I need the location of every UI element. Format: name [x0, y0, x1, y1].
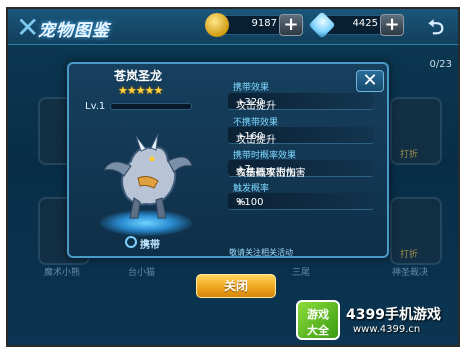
- carry-label: 携带: [140, 240, 160, 251]
- trigger-probability-suffix: %: [236, 197, 246, 208]
- page-indicator: 0/23: [429, 59, 452, 70]
- gold-counter: 9187 +: [205, 13, 304, 37]
- popup-close-x-button[interactable]: ✕: [356, 70, 384, 92]
- site-logo-bottom-text: 大全: [307, 324, 329, 337]
- noncarry-effect-row: 攻击提升 +160: [228, 127, 374, 146]
- page-title: 宠物图鉴: [38, 21, 110, 41]
- background-pet-name: 魔术小熊: [44, 268, 81, 278]
- pet-album-logo-icon: ✕: [16, 11, 40, 44]
- site-brand-name: 4399手机游戏: [346, 307, 441, 323]
- site-logo-top-text: 游戏: [307, 308, 329, 321]
- pet-level: Lv.1: [85, 101, 106, 112]
- probability-effect-suffix: %基础攻击伤害: [236, 168, 306, 179]
- top-bar: ✕ 宠物图鉴 9187 + 4425 + ⮌: [8, 9, 458, 45]
- gem-value: 4425: [352, 18, 378, 29]
- carry-effect-value: +320: [236, 97, 264, 108]
- add-gold-button[interactable]: +: [279, 14, 303, 36]
- carry-toggle[interactable]: [125, 236, 137, 248]
- site-logo: 游戏 大全: [296, 300, 340, 340]
- add-gem-button[interactable]: +: [380, 14, 404, 36]
- background-pet-name: 神圣裁决: [392, 268, 429, 278]
- trigger-probability-row: +100%: [228, 193, 374, 210]
- star-rating: ★★★★★: [118, 84, 163, 97]
- carry-effect-row: 攻击提升 +320: [228, 93, 374, 112]
- gem-counter: 4425 +: [308, 11, 405, 39]
- level-progress-bar: [110, 103, 192, 110]
- gold-coin-icon: [205, 13, 229, 37]
- gold-value: 9187: [251, 18, 277, 29]
- dragon-pet-image: [103, 133, 193, 219]
- discount-badge: 打折: [400, 250, 419, 260]
- close-button[interactable]: 关闭: [196, 274, 276, 298]
- event-note: 敬请关注相关活动: [229, 248, 293, 257]
- discount-badge: 打折: [400, 150, 419, 160]
- noncarry-effect-value: +160: [236, 131, 264, 142]
- pet-name: 苍岚圣龙: [113, 69, 162, 83]
- carry-effect-title: 携带效果: [233, 83, 270, 93]
- background-pet-name: 台小猫: [128, 268, 156, 278]
- background-pet-name: 三尾: [292, 268, 311, 278]
- site-url: www.4399.cn: [353, 324, 421, 335]
- diamond-icon: [308, 11, 336, 39]
- probability-effect-row: 攻击概率附加 +7 %基础攻击伤害: [228, 160, 374, 179]
- back-arrow-icon[interactable]: ⮌: [422, 13, 450, 39]
